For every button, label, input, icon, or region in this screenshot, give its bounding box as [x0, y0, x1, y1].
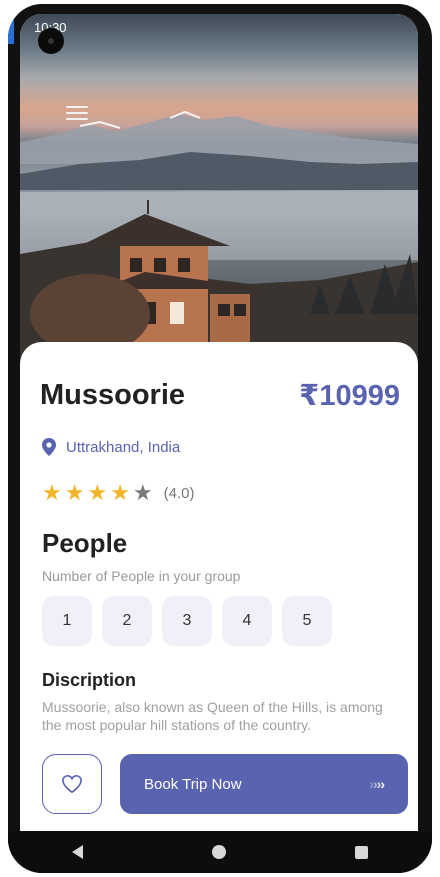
phone-frame: 10:30 Mussoorie ₹10999	[8, 4, 432, 873]
location-row: Uttrakhand, India	[42, 438, 180, 456]
people-title: People	[42, 528, 128, 558]
home-icon[interactable]	[211, 845, 226, 859]
description-text: Mussoorie, also known as Queen of the Hi…	[42, 699, 383, 733]
star-icon: ★	[87, 480, 108, 505]
book-trip-label: Book Trip Now	[144, 775, 242, 793]
star-icon: ★	[42, 480, 62, 505]
heart-icon	[62, 774, 82, 794]
menu-icon[interactable]	[66, 106, 88, 122]
destination-name: Mussoorie	[40, 379, 186, 411]
description-title: Discription	[42, 670, 137, 690]
people-option-3[interactable]: 3	[162, 596, 212, 646]
rating-value: (4.0)	[163, 484, 195, 502]
favorite-button[interactable]	[42, 754, 102, 814]
back-icon[interactable]	[72, 845, 84, 859]
title-row: Mussoorie ₹10999	[40, 378, 400, 413]
star-empty-icon: ★	[132, 480, 153, 505]
star-icon: ★	[64, 480, 85, 505]
system-nav-bar	[8, 831, 432, 873]
status-bar: 10:30	[20, 14, 418, 40]
front-camera	[38, 28, 64, 54]
people-option-4[interactable]: 4	[222, 596, 272, 646]
landscape-illustration	[20, 110, 418, 364]
details-card: Mussoorie ₹10999 Uttrakhand, India ★ ★ ★…	[20, 342, 418, 834]
recent-apps-icon[interactable]	[354, 845, 368, 859]
app-screen: 10:30 Mussoorie ₹10999	[20, 14, 418, 834]
hero-image: 10:30	[20, 14, 418, 364]
chevrons-right-icon: ››››	[369, 776, 385, 792]
people-subtitle: Number of People in your group	[42, 568, 241, 584]
frame-edge-highlight	[8, 4, 14, 44]
star-icon: ★	[110, 480, 130, 505]
people-selector: 1 2 3 4 5	[42, 596, 332, 646]
destination-price: ₹10999	[299, 380, 400, 412]
book-trip-button[interactable]: Book Trip Now ››››	[120, 754, 408, 814]
people-option-5[interactable]: 5	[282, 596, 332, 646]
people-option-1[interactable]: 1	[42, 596, 92, 646]
people-option-2[interactable]: 2	[102, 596, 152, 646]
location-pin-icon	[42, 438, 56, 456]
location-text: Uttrakhand, India	[66, 438, 181, 456]
rating-row: ★ ★ ★ ★ ★ (4.0)	[42, 482, 195, 504]
